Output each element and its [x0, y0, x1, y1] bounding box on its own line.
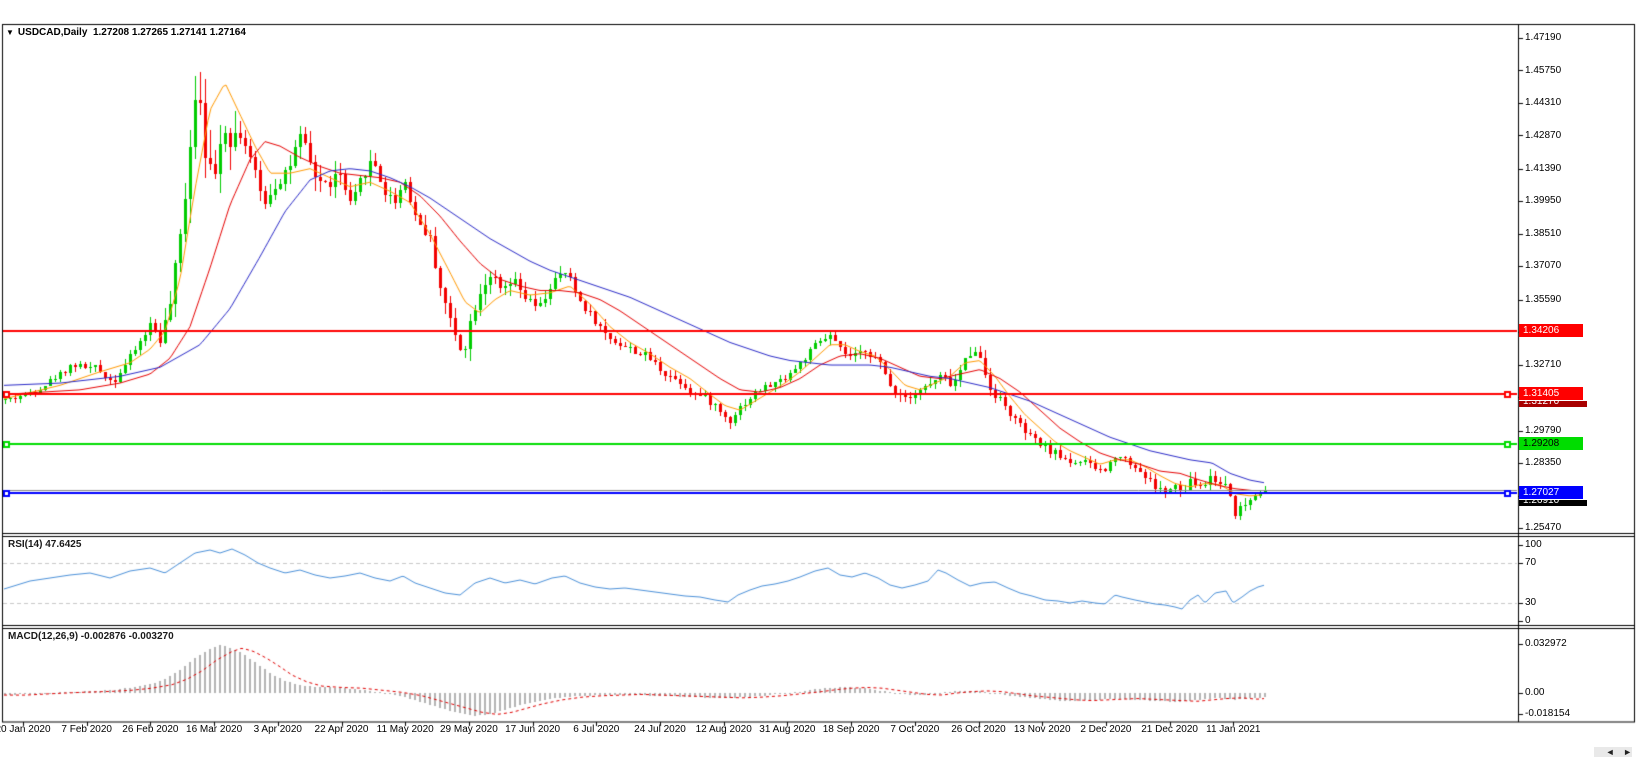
chart-ohlc: 1.27208 1.27265 1.27141 1.27164: [92, 27, 246, 38]
price-tick-label: 1.37070: [1525, 260, 1562, 272]
price-tick-label: 1.32710: [1525, 358, 1562, 370]
indicator-tick-label: 0: [1525, 615, 1531, 626]
price-tick-label: 1.45750: [1525, 64, 1562, 76]
hline-price-label[interactable]: 1.34206: [1519, 324, 1583, 338]
date-tick-label: 11 Jan 2021: [1206, 724, 1261, 735]
price-tick-label: 1.39950: [1525, 195, 1562, 207]
price-tick-label: 1.35590: [1525, 293, 1562, 305]
indicator-tick-label: 30: [1525, 597, 1537, 608]
symbol-dropdown-icon[interactable]: ▼: [6, 28, 14, 37]
indicator-tick-label: 0.00: [1525, 687, 1545, 698]
chart-symbol: USDCAD,Daily: [17, 27, 88, 38]
indicator-tick-label: 70: [1525, 557, 1537, 568]
price-tick-label: 1.29790: [1525, 424, 1562, 436]
price-tick-label: 1.41390: [1525, 162, 1562, 174]
tab-scroll-arrows: ◄ ►: [1593, 747, 1632, 757]
indicator-tick-label: -0.018154: [1525, 708, 1571, 719]
chart-canvas[interactable]: [0, 0, 1636, 767]
rsi-label: RSI(14) 47.6425: [8, 539, 82, 550]
hidden-price-label: 1.26910: [1519, 500, 1587, 507]
hline-price-label[interactable]: 1.29208: [1519, 436, 1583, 450]
price-tick-label: 1.38510: [1525, 227, 1562, 239]
mt4-window: { "toolbar": { "cursor_tool": "✛", "time…: [0, 0, 1636, 767]
hline-price-label[interactable]: 1.27027: [1519, 486, 1583, 500]
price-tick-label: 1.44310: [1525, 97, 1562, 108]
price-tick-label: 1.28350: [1525, 457, 1562, 469]
macd-label: MACD(12,26,9) -0.002876 -0.003270: [8, 631, 174, 642]
chart-title: ▼ USDCAD,Daily 1.27208 1.27265 1.27141 1.…: [6, 27, 246, 38]
price-tick-label: 1.42870: [1525, 129, 1562, 141]
tab-scroll-left-icon[interactable]: ◄: [1606, 747, 1615, 757]
indicator-tick-label: 0.032972: [1525, 638, 1567, 649]
price-tick-label: 1.25470: [1525, 522, 1562, 534]
tab-scroll-right-icon[interactable]: ►: [1623, 747, 1632, 757]
hline-price-label[interactable]: 1.31405: [1519, 387, 1583, 401]
price-tick-label: 1.47190: [1525, 32, 1562, 43]
indicator-tick-label: 100: [1525, 539, 1542, 550]
hidden-price-label: 1.31270: [1519, 401, 1587, 408]
